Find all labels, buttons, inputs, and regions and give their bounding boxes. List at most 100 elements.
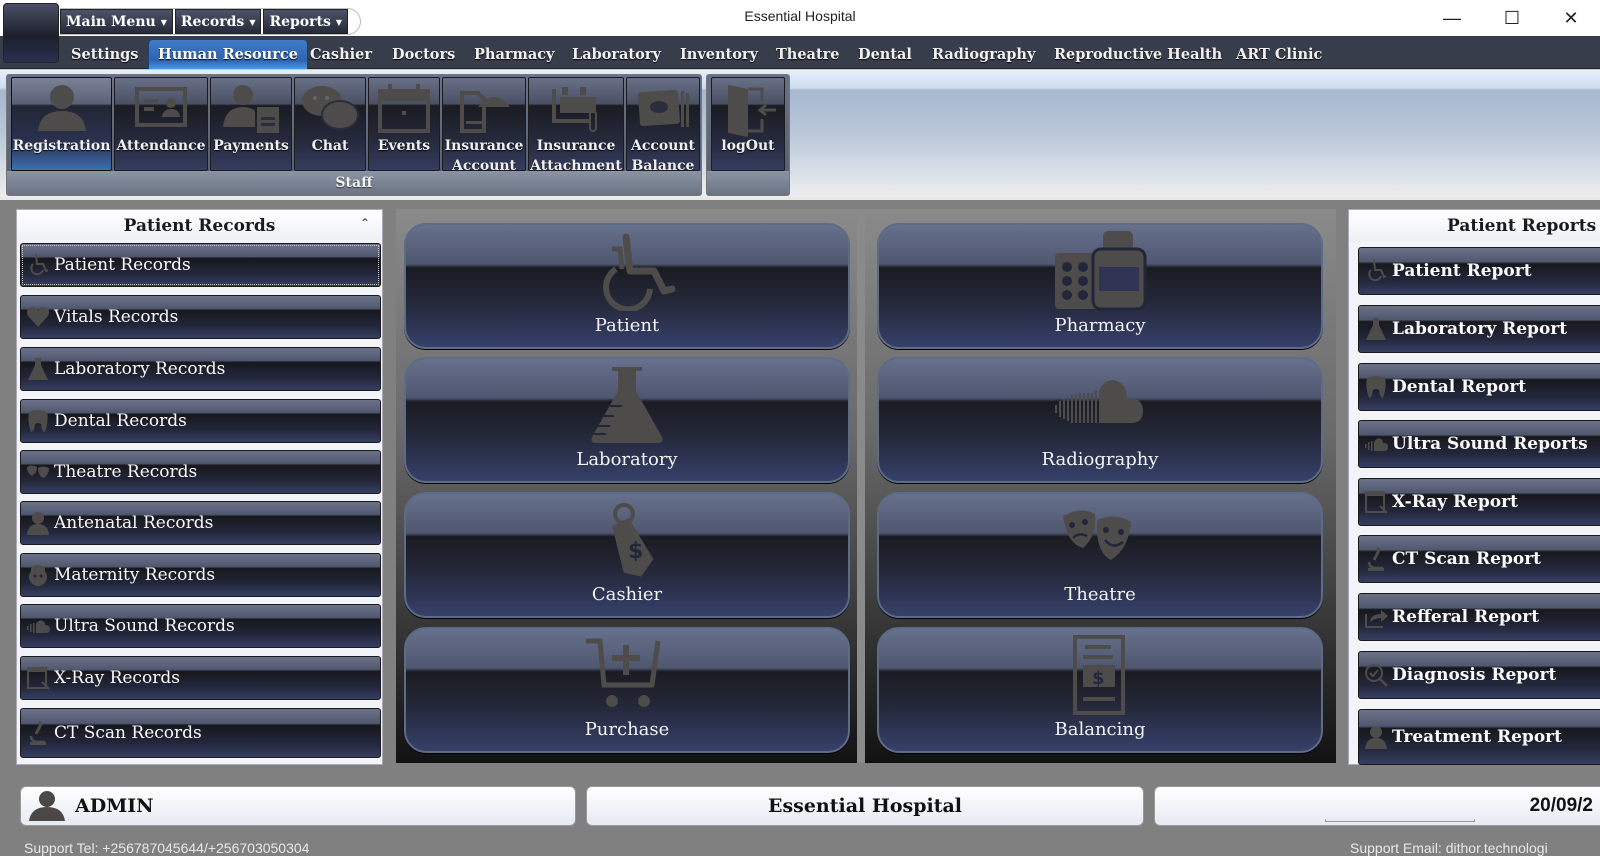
purchase-module-tile[interactable]: Purchase (404, 627, 850, 753)
doctor-icon (25, 510, 51, 536)
minimize-icon: — (1443, 7, 1461, 28)
ultra-sound-reports-button[interactable]: Ultra Sound Reports (1358, 420, 1600, 468)
balancing-module-tile[interactable]: Balancing (877, 627, 1323, 753)
main-menu-dropdown[interactable]: Main Menu ▼ (60, 9, 173, 34)
tab-cashier[interactable]: Cashier (301, 39, 381, 69)
ultra-sound-records-button[interactable]: Ultra Sound Records (20, 604, 381, 648)
tab-theatre[interactable]: Theatre (767, 39, 849, 69)
share-arrow-icon (1363, 604, 1389, 630)
minimize-button[interactable]: — (1424, 0, 1480, 36)
reports-label: Reports (269, 13, 331, 30)
support-tel: Support Tel: +256787045644/+256703050304 (24, 840, 310, 856)
tab-doctors[interactable]: Doctors (383, 39, 464, 69)
invoice-dollar-icon (1045, 635, 1155, 715)
collapse-icon[interactable]: ⌃ (360, 216, 370, 230)
application-menu-button[interactable] (3, 3, 59, 63)
laboratory-module-tile[interactable]: Laboratory (404, 357, 850, 483)
hospital-status-box: Essential Hospital (586, 786, 1144, 826)
close-button[interactable]: ✕ (1543, 0, 1599, 36)
item-label: CT Scan Records (54, 723, 202, 743)
item-label: Laboratory Records (54, 359, 226, 379)
laboratory-report-button[interactable]: Laboratory Report (1358, 305, 1600, 353)
patient-module-tile[interactable]: Patient (404, 223, 850, 349)
insurance-attachment-label: Insurance Attachment (529, 136, 623, 171)
records-dropdown[interactable]: Records ▼ (174, 9, 262, 34)
insurance-attachment-button[interactable]: Insurance Attachment (528, 77, 624, 171)
maternity-records-button[interactable]: Maternity Records (20, 553, 381, 597)
ribbon-panel: Registration Attendance Payments Chat Ev… (0, 69, 1600, 200)
patient-reports-header: Patient Reports (1349, 210, 1600, 242)
tooth-icon (1363, 374, 1389, 400)
wheelchair-icon (572, 231, 682, 311)
hospital-name: Essential Hospital (767, 795, 963, 817)
item-label: Theatre Records (54, 462, 198, 482)
theatre-module-tile[interactable]: Theatre (877, 492, 1323, 618)
current-date: 20/09/2 (1529, 795, 1593, 816)
item-label: X-Ray Records (54, 668, 180, 688)
item-label: Antenatal Records (54, 513, 214, 533)
dental-report-button[interactable]: Dental Report (1358, 363, 1600, 411)
tile-label: Patient (594, 315, 660, 336)
tab-dental[interactable]: Dental (849, 39, 921, 69)
cart-plus-icon (572, 635, 682, 715)
reports-dropdown[interactable]: Reports ▼ (263, 9, 349, 34)
payments-button[interactable]: Payments (210, 77, 292, 171)
item-label: Patient Records (54, 255, 191, 275)
tab-art-clinic[interactable]: ART Clinic (1227, 39, 1331, 69)
maximize-button[interactable]: ☐ (1484, 0, 1540, 36)
xray-icon (1363, 489, 1389, 515)
patient-records-button[interactable]: Patient Records (20, 243, 381, 287)
tab-reproductive-health[interactable]: Reproductive Health (1045, 39, 1231, 69)
account-balance-label: Account Balance (627, 136, 699, 171)
xray-records-button[interactable]: X-Ray Records (20, 656, 381, 700)
events-button[interactable]: Events (368, 77, 440, 171)
label-line-1: Insurance (444, 138, 524, 154)
tab-radiography[interactable]: Radiography (923, 39, 1044, 69)
diagnosis-report-button[interactable]: Diagnosis Report (1358, 651, 1600, 699)
theatre-records-button[interactable]: Theatre Records (20, 450, 381, 494)
attachment-icon (546, 81, 606, 139)
dental-records-button[interactable]: Dental Records (20, 399, 381, 443)
attendance-button[interactable]: Attendance (114, 77, 208, 171)
account-balance-button[interactable]: Account Balance (626, 77, 700, 171)
tab-pharmacy[interactable]: Pharmacy (465, 39, 563, 69)
patient-reports-panel: Patient Reports Patient Report Laborator… (1348, 209, 1600, 765)
staff-group: Registration Attendance Payments Chat Ev… (6, 74, 702, 196)
patient-report-button[interactable]: Patient Report (1358, 247, 1600, 295)
logout-button[interactable]: logOut (711, 77, 785, 171)
radiography-module-tile[interactable]: Radiography (877, 357, 1323, 483)
ribbon-tab-bar: Settings Human Resource Cashier Doctors … (0, 36, 1600, 69)
label-line-2: Balance (631, 158, 695, 171)
logout-group: logOut (706, 74, 790, 196)
attendance-label: Attendance (116, 138, 206, 154)
tab-human-resource[interactable]: Human Resource (148, 39, 308, 69)
registration-button[interactable]: Registration (11, 77, 112, 171)
chat-button[interactable]: Chat (294, 77, 366, 171)
item-label: Treatment Report (1392, 727, 1562, 747)
tab-laboratory[interactable]: Laboratory (563, 39, 670, 69)
item-label: Dental Records (54, 411, 187, 431)
xray-report-button[interactable]: X-Ray Report (1358, 478, 1600, 526)
refferal-report-button[interactable]: Refferal Report (1358, 593, 1600, 641)
wheelchair-icon (25, 252, 51, 278)
ct-scan-records-button[interactable]: CT Scan Records (20, 708, 381, 758)
support-email: Support Email: dithor.technologi (1350, 840, 1548, 856)
progress-indicator (1325, 819, 1475, 822)
tab-inventory[interactable]: Inventory (671, 39, 767, 69)
pharmacy-module-tile[interactable]: Pharmacy (877, 223, 1323, 349)
treatment-report-button[interactable]: Treatment Report (1358, 709, 1600, 765)
insurance-account-button[interactable]: Insurance Account (442, 77, 526, 171)
tab-settings[interactable]: Settings (62, 39, 147, 69)
cashier-module-tile[interactable]: Cashier (404, 492, 850, 618)
search-check-icon (1363, 662, 1389, 688)
price-tag-icon (572, 500, 682, 580)
ct-scan-report-button[interactable]: CT Scan Report (1358, 535, 1600, 583)
label-line-2: Attachment (530, 158, 622, 171)
maximize-icon: ☐ (1503, 7, 1521, 28)
tile-label: Radiography (1041, 449, 1159, 470)
laboratory-records-button[interactable]: Laboratory Records (20, 347, 381, 391)
logout-group-label (707, 171, 789, 195)
antenatal-records-button[interactable]: Antenatal Records (20, 501, 381, 545)
vitals-records-button[interactable]: Vitals Records (20, 295, 381, 339)
item-label: Vitals Records (54, 307, 179, 327)
